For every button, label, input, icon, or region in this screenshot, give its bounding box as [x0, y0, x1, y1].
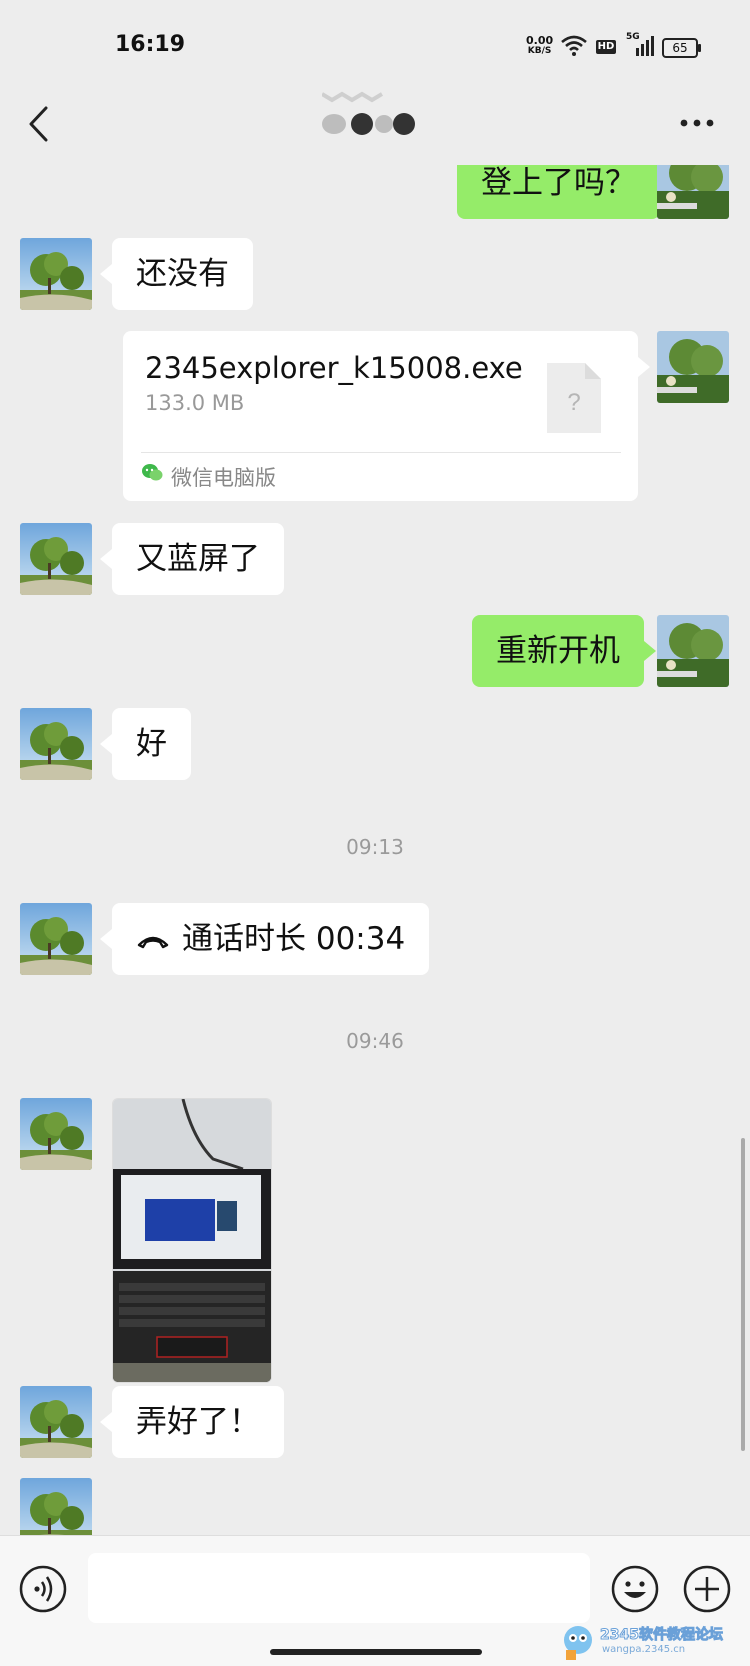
- message-timestamp: 09:13: [346, 835, 404, 859]
- plus-icon[interactable]: [682, 1564, 732, 1614]
- signal-5g: 5G: [626, 32, 658, 56]
- wechat-icon: [142, 464, 163, 481]
- laptop-photo-image: [113, 1099, 271, 1382]
- phone-hangup-icon: [137, 936, 169, 948]
- message-bubble-self[interactable]: 重新开机: [472, 615, 656, 687]
- voice-icon[interactable]: [18, 1564, 68, 1614]
- net-speed-unit: KB/S: [527, 46, 552, 56]
- watermark-title: 2345软件教程论坛: [600, 1627, 724, 1644]
- avatar-contact[interactable]: [20, 708, 92, 780]
- message-bubble-contact[interactable]: 好: [100, 708, 191, 780]
- message-bubble-contact[interactable]: 又蓝屏了: [100, 523, 284, 595]
- file-message-card[interactable]: 2345explorer_k15008.exe 133.0 MB ? 微信电脑版: [123, 331, 650, 501]
- clock-time: 16:19: [115, 32, 186, 57]
- file-size: 133.0 MB: [145, 391, 245, 415]
- avatar-self[interactable]: [657, 615, 729, 687]
- status-bar: 16:19 0.00 KB/S HD 5G 65: [0, 0, 750, 90]
- message-bubble-contact[interactable]: 弄好了！: [100, 1386, 284, 1458]
- svg-text:?: ?: [567, 389, 580, 416]
- call-duration-text: 通话时长 00:34: [182, 921, 406, 957]
- image-message-laptop-photo[interactable]: [112, 1098, 272, 1383]
- file-name: 2345explorer_k15008.exe: [145, 351, 523, 385]
- net-speed-value: 0.00: [526, 34, 554, 47]
- message-bubble-contact[interactable]: 还没有: [100, 238, 253, 310]
- avatar-contact[interactable]: [20, 1098, 92, 1170]
- message-bubble-self[interactable]: 登上了吗？: [457, 165, 672, 219]
- chat-title-obscured: [322, 91, 415, 135]
- message-input[interactable]: [88, 1553, 590, 1623]
- more-dots-icon[interactable]: [680, 119, 714, 127]
- unknown-file-icon: ?: [547, 363, 601, 433]
- input-bar: 2345软件教程论坛 wangpa.2345.cn: [0, 1535, 750, 1666]
- avatar-self[interactable]: [657, 165, 729, 219]
- hd-badge: HD: [596, 40, 616, 54]
- wifi-icon: [561, 35, 587, 56]
- chat-scrollbar[interactable]: [741, 1138, 745, 1451]
- home-indicator[interactable]: [270, 1649, 482, 1655]
- avatar-contact[interactable]: [20, 1386, 92, 1458]
- message-timestamp: 09:46: [346, 1029, 404, 1053]
- avatar-contact[interactable]: [20, 1478, 92, 1535]
- chat-area[interactable]: 登上了吗？ 还没有 2345explorer_k15008.exe 133.0 …: [0, 165, 750, 1535]
- file-card-divider: [141, 452, 621, 453]
- battery-indicator: 65: [662, 38, 701, 58]
- mascot-logo-icon: [564, 1626, 592, 1660]
- chevron-left-icon[interactable]: [26, 104, 50, 144]
- watermark: 2345软件教程论坛 wangpa.2345.cn: [560, 1624, 740, 1664]
- avatar-self[interactable]: [657, 331, 729, 403]
- avatar-contact[interactable]: [20, 238, 92, 310]
- file-source: 微信电脑版: [171, 466, 276, 490]
- call-record-bubble[interactable]: 通话时长 00:34: [99, 903, 430, 975]
- net-speed: 0.00 KB/S: [526, 35, 553, 57]
- avatar-contact[interactable]: [20, 523, 92, 595]
- avatar-contact[interactable]: [20, 903, 92, 975]
- watermark-url: wangpa.2345.cn: [602, 1644, 686, 1655]
- signal-bars-icon: [636, 36, 654, 56]
- emoji-icon[interactable]: [610, 1564, 660, 1614]
